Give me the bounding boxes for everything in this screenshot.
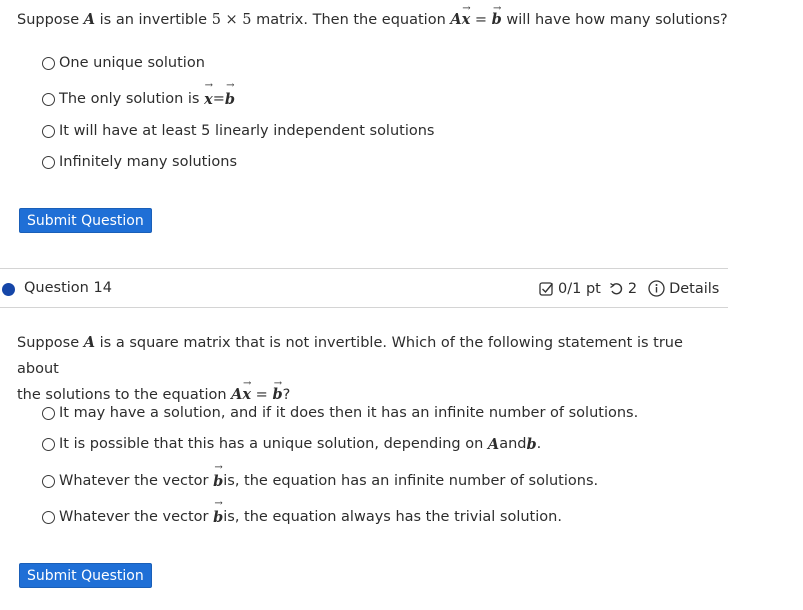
radio-button[interactable] — [42, 406, 55, 420]
q13-option-4[interactable]: Infinitely many solutions — [42, 151, 237, 173]
divider — [0, 307, 728, 308]
details-link[interactable]: Details — [648, 280, 719, 297]
q13-option-1[interactable]: One unique solution — [42, 52, 205, 74]
q14-option-4[interactable]: Whatever the vector b is, the equation a… — [42, 506, 562, 528]
q13-option-2[interactable]: The only solution is x = b — [42, 88, 235, 110]
q14-option-1[interactable]: It may have a solution, and if it does t… — [42, 402, 638, 424]
radio-button[interactable] — [42, 56, 55, 70]
info-icon — [648, 280, 665, 297]
radio-button[interactable] — [42, 92, 55, 106]
question-status-dot — [2, 283, 15, 296]
retry-icon — [609, 281, 624, 296]
question-13-text: Suppose A is an invertible 5 × 5 matrix.… — [17, 7, 728, 33]
radio-button[interactable] — [42, 155, 55, 169]
retries-count: 2 — [627, 280, 638, 297]
question-meta: 0/1 pt 2 Details — [539, 280, 719, 297]
q13-option-3[interactable]: It will have at least 5 linearly indepen… — [42, 120, 435, 142]
score-text: 0/1 pt — [558, 280, 601, 297]
question-14-text: Suppose A is a square matrix that is not… — [17, 330, 717, 408]
radio-button[interactable] — [42, 124, 55, 138]
q14-option-2[interactable]: It is possible that this has a unique so… — [42, 433, 541, 455]
question-14-title: Question 14 — [24, 280, 112, 296]
score-check-icon — [539, 281, 554, 296]
submit-question-button[interactable]: Submit Question — [19, 208, 152, 233]
radio-button[interactable] — [42, 474, 55, 488]
submit-question-button[interactable]: Submit Question — [19, 563, 152, 588]
radio-button[interactable] — [42, 437, 55, 451]
q14-option-3[interactable]: Whatever the vector b is, the equation h… — [42, 470, 598, 492]
radio-button[interactable] — [42, 510, 55, 524]
divider — [0, 268, 728, 269]
